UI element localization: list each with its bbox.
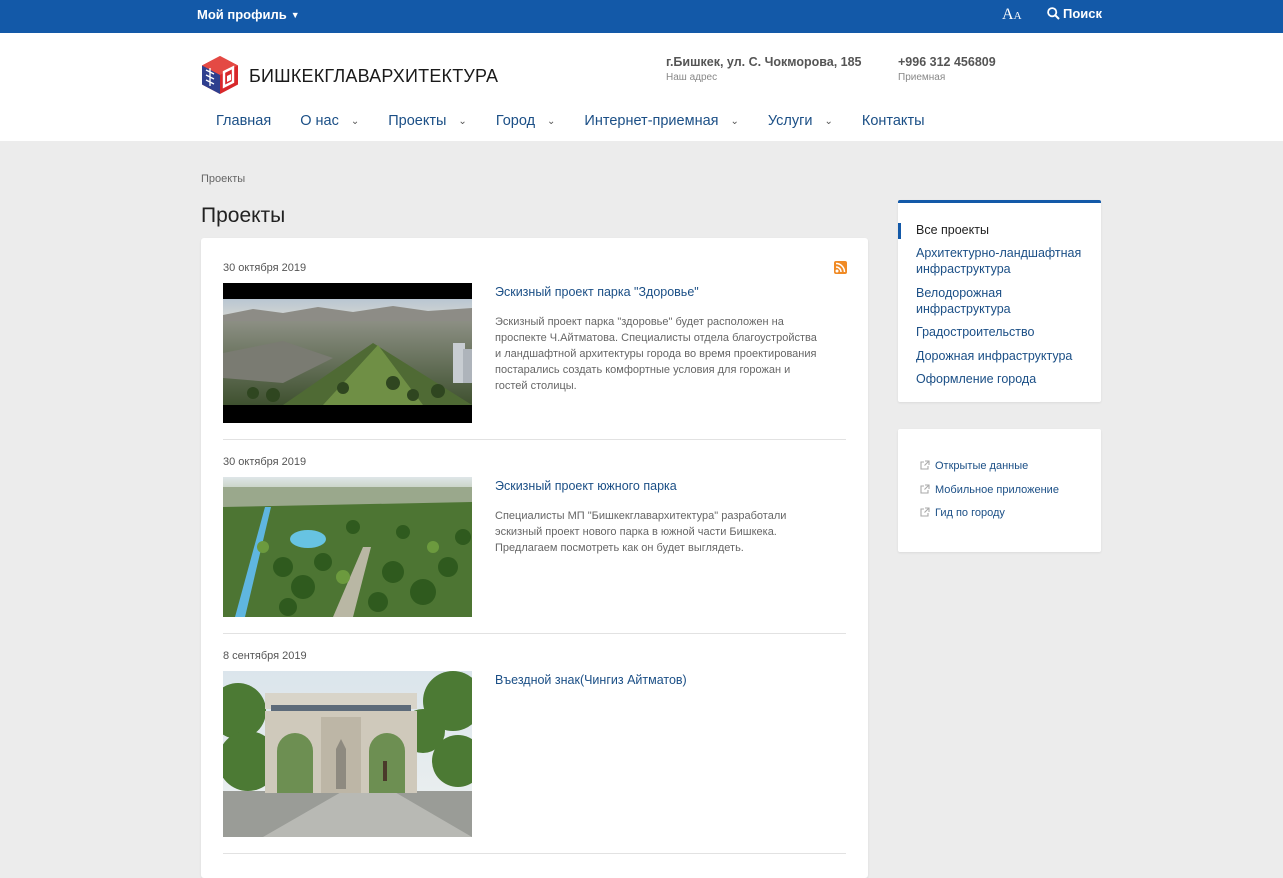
- nav-item-label: Контакты: [861, 113, 925, 129]
- address-caption: Наш адрес: [666, 72, 718, 83]
- post-title-link[interactable]: Въездной знак(Чингиз Айтматов): [495, 673, 687, 687]
- category-road-infrastructure[interactable]: Дорожная инфраструктура: [916, 348, 1096, 364]
- font-size-large-letter: A: [1002, 6, 1014, 23]
- site-name[interactable]: БИШКЕКГЛАВАРХИТЕКТУРА: [249, 66, 498, 87]
- nav-item-label: Главная: [216, 113, 272, 129]
- font-size-toggle[interactable]: AA: [1002, 6, 1022, 24]
- project-item: 8 сентября 2019 Въездной знак(Чингиз Айт…: [223, 650, 846, 854]
- link-label: Открытые данные: [935, 460, 1029, 472]
- category-all-projects[interactable]: Все проекты: [916, 222, 1096, 238]
- nav-item-contacts[interactable]: Контакты: [862, 113, 925, 133]
- profile-label: Мой профиль: [197, 7, 287, 22]
- category-landscape-infrastructure[interactable]: Архитектурно-ландшафтная инфраструктура: [916, 245, 1096, 277]
- nav-item-projects[interactable]: Проекты ⌄: [388, 113, 467, 133]
- post-description: Специалисты МП "Бишкекглавархитектура" р…: [495, 510, 787, 554]
- project-categories: Все проекты Архитектурно-ландшафтная инф…: [898, 200, 1101, 402]
- post-thumbnail[interactable]: [223, 671, 472, 837]
- search-button[interactable]: Поиск: [1047, 6, 1102, 21]
- nav-item-city[interactable]: Город ⌄: [496, 113, 556, 133]
- chevron-down-icon: ⌄: [730, 116, 739, 127]
- project-item: 30 октября 2019: [223, 456, 846, 634]
- chevron-down-icon: ⌄: [458, 116, 467, 127]
- project-item: 30 октября 2019: [223, 262, 846, 440]
- nav-item-home[interactable]: Главная: [216, 113, 271, 133]
- category-urban-planning[interactable]: Градостроительство: [916, 324, 1096, 340]
- post-divider: [223, 633, 846, 634]
- post-divider: [223, 853, 846, 854]
- phone-number: +996 312 456809: [898, 55, 996, 69]
- active-indicator: [898, 223, 901, 239]
- top-bar: Мой профиль ▼ AA Поиск: [0, 0, 1283, 33]
- post-date: 8 сентября 2019: [223, 650, 307, 662]
- external-link-icon: [920, 460, 930, 470]
- open-data-link[interactable]: Открытые данные: [920, 460, 1028, 472]
- chevron-down-icon: ⌄: [350, 116, 360, 127]
- external-link-icon: [920, 484, 930, 494]
- post-date: 30 октября 2019: [223, 456, 307, 468]
- nav-item-label: Услуги: [767, 113, 813, 129]
- post-title-link[interactable]: Эскизный проект парка "Здоровье": [495, 285, 699, 299]
- chevron-down-icon: ⌄: [547, 116, 556, 127]
- category-city-design[interactable]: Оформление города: [916, 371, 1096, 387]
- address-block: г.Бишкек, ул. С. Чокморова, 185 Наш адре…: [666, 55, 862, 83]
- nav-item-label: Интернет-приемная: [584, 113, 719, 129]
- search-icon: [1047, 7, 1060, 20]
- category-bike-infrastructure[interactable]: Велодорожная инфраструктура: [916, 285, 1096, 317]
- city-guide-link[interactable]: Гид по городу: [920, 507, 1005, 519]
- post-date: 30 октября 2019: [223, 262, 307, 274]
- main-nav: Главная О нас ⌄ Проекты ⌄ Город ⌄ Интернет-…: [201, 113, 939, 133]
- nav-item-internet-reception[interactable]: Интернет-приемная ⌄: [584, 113, 738, 133]
- nav-item-services[interactable]: Услуги ⌄: [768, 113, 833, 133]
- nav-item-label: Проекты: [388, 113, 447, 129]
- post-title-link[interactable]: Эскизный проект южного парка: [495, 479, 677, 493]
- projects-list: 30 октября 2019 Эскизный проект парка "З…: [201, 238, 868, 878]
- link-label: Мобильное приложение: [935, 484, 1059, 496]
- search-label: Поиск: [1063, 6, 1103, 21]
- post-thumbnail[interactable]: [223, 477, 472, 617]
- link-label: Гид по городу: [935, 507, 1005, 519]
- chevron-down-icon: ▼: [290, 10, 300, 20]
- post-divider: [223, 439, 846, 440]
- phone-block: +996 312 456809 Приемная: [898, 55, 996, 83]
- mobile-app-link[interactable]: Мобильное приложение: [920, 484, 1059, 496]
- external-links: Открытые данные Мобильное приложение Гид…: [898, 429, 1101, 552]
- page-title: Проекты: [201, 204, 286, 227]
- nav-item-label: О нас: [300, 113, 339, 129]
- post-thumbnail[interactable]: [223, 283, 472, 423]
- site-logo[interactable]: [201, 55, 239, 95]
- breadcrumb[interactable]: Проекты: [201, 173, 245, 185]
- external-link-icon: [920, 507, 930, 517]
- post-description: Эскизный проект парка "здоровье" будет р…: [495, 316, 817, 392]
- phone-caption: Приемная: [898, 72, 946, 83]
- my-profile-menu[interactable]: Мой профиль ▼: [197, 7, 300, 22]
- chevron-down-icon: ⌄: [824, 116, 833, 127]
- font-size-small-letter: A: [1013, 10, 1022, 22]
- site-header: БИШКЕКГЛАВАРХИТЕКТУРА г.Бишкек, ул. С. Ч…: [0, 33, 1283, 141]
- address-text: г.Бишкек, ул. С. Чокморова, 185: [666, 55, 862, 69]
- nav-item-about[interactable]: О нас ⌄: [300, 113, 359, 133]
- nav-item-label: Город: [495, 113, 536, 129]
